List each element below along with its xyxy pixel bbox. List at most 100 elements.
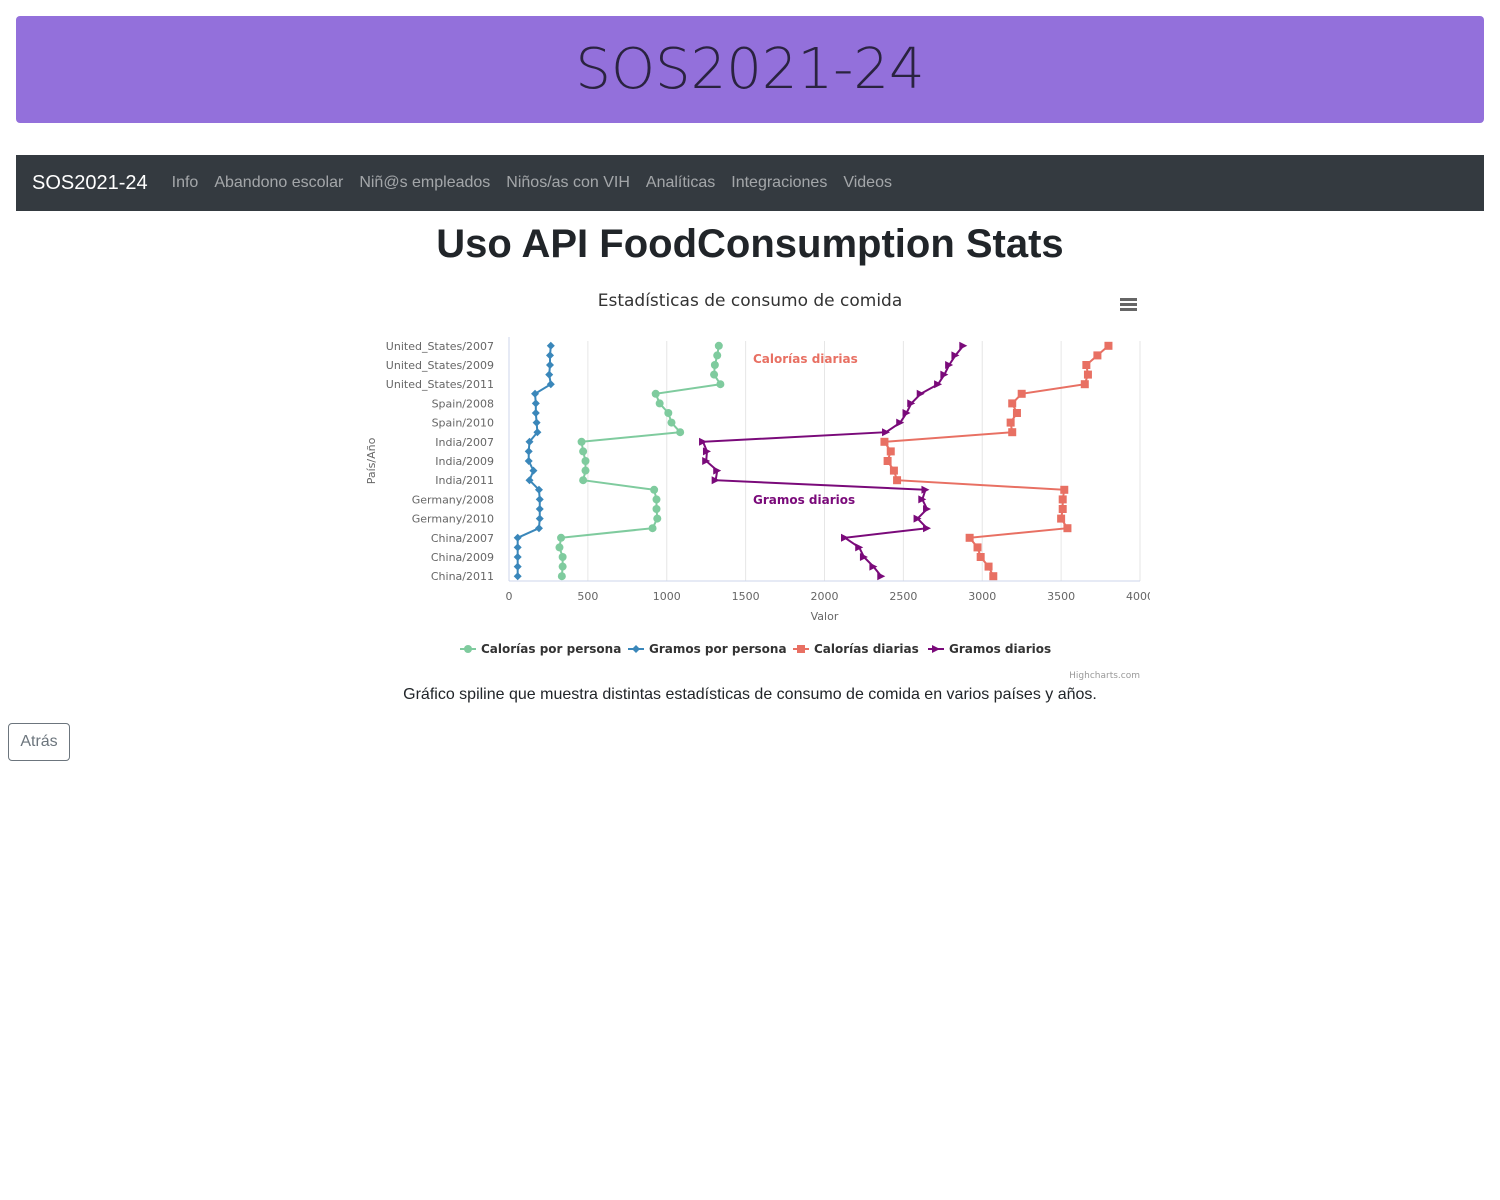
data-point <box>531 409 540 417</box>
data-point <box>1080 380 1089 389</box>
data-point <box>989 572 998 581</box>
data-point <box>529 466 538 475</box>
y-tick-label: India/2009 <box>435 455 494 468</box>
data-point <box>664 409 673 417</box>
data-point <box>710 370 719 379</box>
category-axis-title: País/Año <box>365 437 378 484</box>
data-point <box>1104 341 1113 350</box>
legend-item[interactable]: Calorías por persona <box>481 642 621 656</box>
data-point <box>1093 351 1102 360</box>
x-tick-label: 2500 <box>889 590 917 603</box>
data-point <box>916 389 925 398</box>
header-title: SOS2021-24 <box>575 37 925 102</box>
data-point <box>513 533 522 542</box>
legend-item[interactable]: Gramos diarios <box>949 642 1051 656</box>
data-point <box>699 437 708 446</box>
chart-credits[interactable]: Highcharts.com <box>1069 671 1140 681</box>
y-tick-label: Germany/2008 <box>412 493 494 506</box>
data-point <box>880 437 889 446</box>
x-tick-label: 0 <box>506 590 513 603</box>
data-point <box>1008 399 1017 408</box>
data-point <box>1017 389 1026 398</box>
legend-symbol-marker <box>797 645 805 653</box>
nav-link-videos[interactable]: Videos <box>835 174 900 192</box>
data-point <box>558 553 567 561</box>
chart-title: Estadísticas de consumo de comida <box>598 291 903 311</box>
data-point <box>965 533 974 542</box>
data-point <box>555 543 564 552</box>
header-banner: SOS2021-24 <box>16 16 1484 123</box>
series-line <box>516 345 552 577</box>
data-point <box>1082 361 1091 369</box>
nav-link-abandono-escolar[interactable]: Abandono escolar <box>206 174 351 192</box>
data-point <box>534 524 543 533</box>
y-tick-label: United_States/2011 <box>386 378 494 391</box>
chart-annotation: Gramos diarios <box>753 493 855 507</box>
data-point <box>1058 505 1067 513</box>
data-point <box>713 351 722 360</box>
data-point <box>531 399 540 408</box>
data-point <box>546 341 555 350</box>
data-point <box>532 418 541 427</box>
x-tick-label: 4000 <box>1126 590 1150 603</box>
data-point <box>959 341 968 350</box>
data-point <box>535 505 544 513</box>
data-point <box>513 553 522 561</box>
navbar-brand[interactable]: SOS2021-24 <box>32 172 148 195</box>
y-tick-label: United_States/2009 <box>386 359 494 372</box>
y-tick-label: China/2007 <box>431 532 494 545</box>
data-point <box>546 351 555 360</box>
food-consumption-chart: Estadísticas de consumo de comida 0 500 100… <box>365 291 1150 681</box>
data-point <box>855 543 864 552</box>
series-line <box>882 345 1110 577</box>
y-tick-label: Germany/2010 <box>412 513 494 526</box>
page-title: Uso API FoodConsumption Stats <box>436 222 1064 266</box>
data-point <box>557 533 566 542</box>
data-point <box>545 370 554 379</box>
y-tick-label: United_States/2007 <box>386 340 494 353</box>
data-point <box>1006 418 1015 427</box>
y-tick-label: Spain/2008 <box>432 397 494 410</box>
nav-link-integraciones[interactable]: Integraciones <box>723 174 835 192</box>
chart-annotation: Calorías diarias <box>753 352 858 366</box>
data-point <box>940 370 949 379</box>
data-point <box>653 514 662 523</box>
data-point <box>535 514 544 523</box>
chart-menu-icon[interactable] <box>1120 298 1137 311</box>
data-point <box>524 447 533 456</box>
data-point <box>667 418 676 427</box>
y-tick-label: China/2011 <box>431 570 494 583</box>
data-point <box>652 495 661 504</box>
legend-item[interactable]: Calorías diarias <box>814 642 919 656</box>
chart-caption: Gráfico spiline que muestra distintas es… <box>403 686 1097 703</box>
legend-item[interactable]: Gramos por persona <box>649 642 787 656</box>
data-point <box>651 389 660 398</box>
y-tick-label: India/2011 <box>435 474 494 487</box>
data-point <box>535 495 544 504</box>
data-point <box>676 428 685 437</box>
nav-link-ninos-empleados[interactable]: Niñ@s empleados <box>351 174 498 192</box>
series-line <box>701 345 965 577</box>
nav-link-ninos-vih[interactable]: Niños/as con VIH <box>498 174 638 192</box>
data-point <box>513 543 522 552</box>
nav-link-analiticas[interactable]: Analíticas <box>638 174 723 192</box>
data-point <box>577 437 586 446</box>
data-point <box>976 553 985 561</box>
data-point <box>1060 485 1069 494</box>
value-axis-title: Valor <box>811 610 839 623</box>
x-tick-label: 3500 <box>1047 590 1075 603</box>
nav-link-info[interactable]: Info <box>164 174 207 192</box>
data-point <box>1063 524 1072 533</box>
data-point <box>716 380 725 389</box>
data-point <box>923 524 932 533</box>
data-point <box>579 476 588 485</box>
data-point <box>902 409 911 417</box>
data-point <box>710 361 719 369</box>
data-point <box>923 505 932 513</box>
x-tick-label: 2000 <box>811 590 839 603</box>
data-point <box>513 562 522 571</box>
y-tick-label: India/2007 <box>435 436 494 449</box>
y-tick-label: China/2009 <box>431 551 494 564</box>
data-point <box>557 572 566 581</box>
back-button[interactable]: Atrás <box>8 723 70 761</box>
